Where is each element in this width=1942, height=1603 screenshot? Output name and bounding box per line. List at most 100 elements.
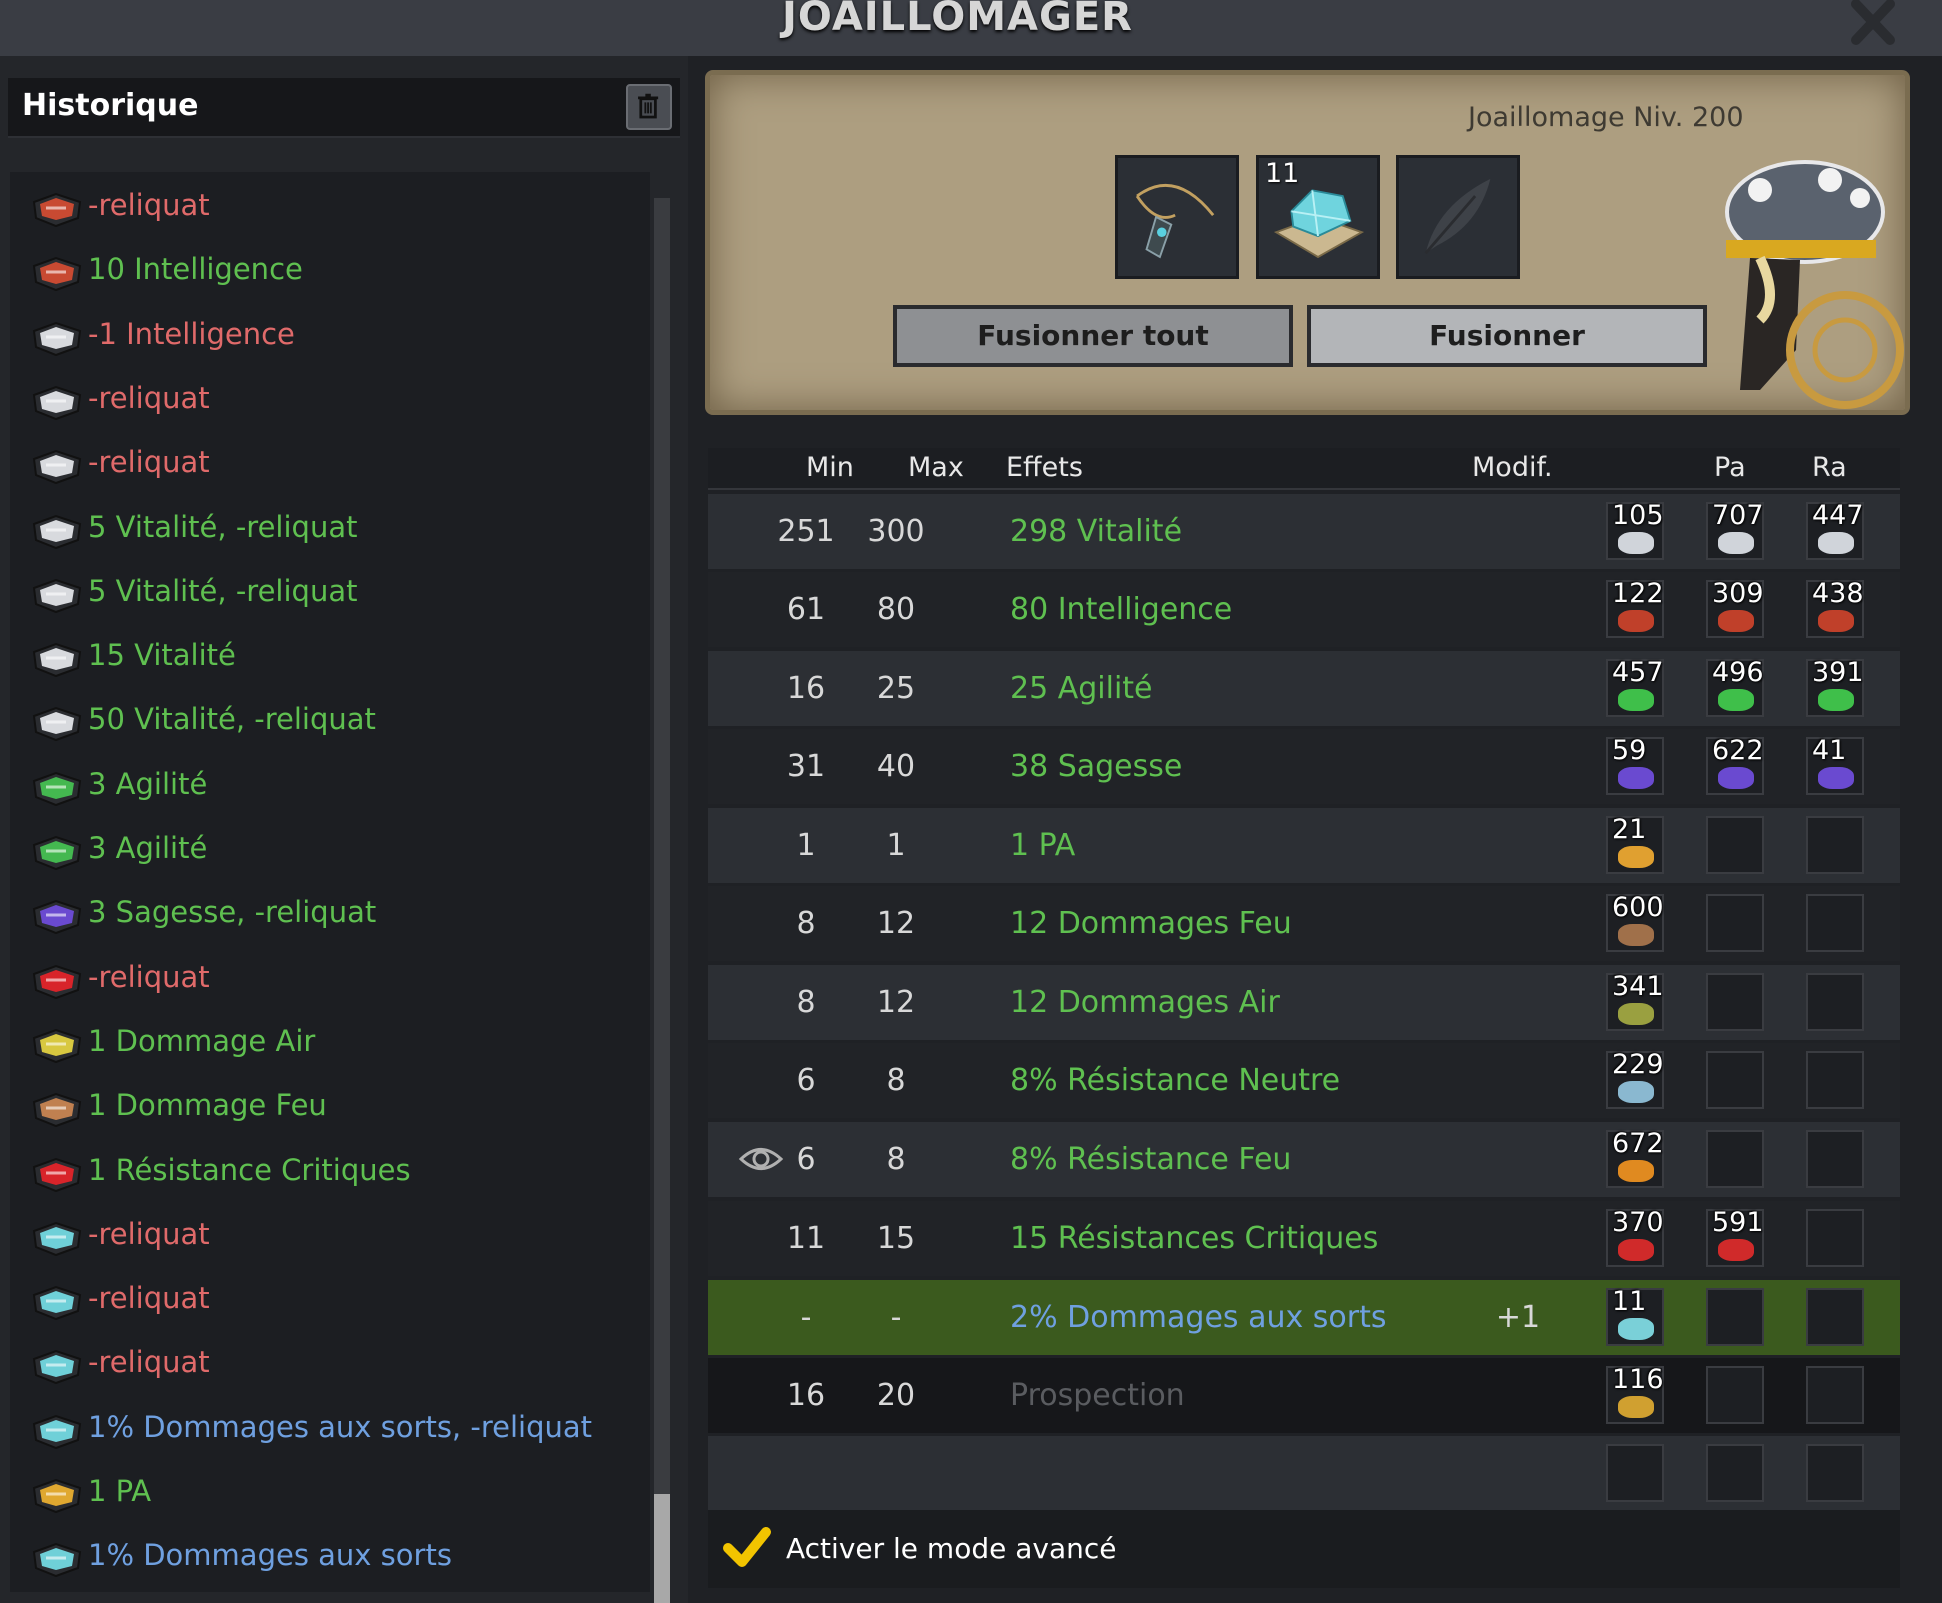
effect-min: 8 xyxy=(796,985,816,1020)
rune-slot-pa[interactable] xyxy=(1706,1444,1764,1502)
signature-slot[interactable] xyxy=(1396,155,1520,279)
title-bar: JOAILLOMAGER xyxy=(0,0,1942,56)
rune-slot-ra[interactable] xyxy=(1806,1366,1864,1424)
rune-slot-pa[interactable]: 309 xyxy=(1706,578,1764,638)
rune-slot-pa[interactable] xyxy=(1706,1366,1764,1424)
green-rune-icon xyxy=(32,835,82,871)
history-item: 1 Résistance Critiques xyxy=(20,1147,640,1199)
rune-slot-ba[interactable]: 229 xyxy=(1606,1049,1664,1109)
effect-row[interactable]: 8 12 12 Dommages Feu 600 xyxy=(708,886,1900,961)
effect-row[interactable]: 251 300 298 Vitalité 105 707 447 xyxy=(708,494,1900,569)
rune-slot-ra[interactable]: 447 xyxy=(1806,500,1864,560)
history-item-label: -reliquat xyxy=(88,445,210,480)
rune-slot-pa[interactable]: 496 xyxy=(1706,657,1764,717)
clear-history-button[interactable] xyxy=(626,84,672,130)
red-crystal-icon xyxy=(32,964,82,999)
history-item: 1% Dommages aux sorts, -reliquat xyxy=(20,1404,640,1456)
gold-rune-icon xyxy=(32,1478,82,1514)
rune-slot-ba[interactable]: 105 xyxy=(1606,500,1664,560)
rune-count: 707 xyxy=(1712,500,1764,531)
rune-gem-icon xyxy=(1618,1239,1654,1261)
rune-count: 59 xyxy=(1612,735,1647,766)
rune-gem-icon xyxy=(1618,1081,1654,1103)
rune-slot-ba[interactable]: 600 xyxy=(1606,892,1664,952)
rune-slot-pa[interactable]: 591 xyxy=(1706,1207,1764,1267)
cyan-crystal-icon xyxy=(32,1350,82,1385)
rune-slot-ba[interactable]: 341 xyxy=(1606,971,1664,1031)
effect-max: 12 xyxy=(876,985,916,1020)
rune-count: 11 xyxy=(1612,1286,1647,1317)
effect-row[interactable]: 8 12 12 Dommages Air 341 xyxy=(708,965,1900,1040)
effect-row[interactable]: 1 1 1 PA 21 xyxy=(708,808,1900,883)
rune-slot-ra[interactable] xyxy=(1806,1288,1864,1346)
history-panel: Historique -reliquat 10 Intelligence -1 In… xyxy=(0,56,688,1603)
history-scrollbar[interactable] xyxy=(654,198,670,1603)
effect-row[interactable]: 11 15 15 Résistances Critiques 370 591 xyxy=(708,1201,1900,1276)
col-modif: Modif. xyxy=(1472,452,1553,483)
rune-slot-ba[interactable]: 21 xyxy=(1606,814,1664,874)
rune-slot-ba[interactable]: 11 xyxy=(1606,1286,1664,1346)
rune-slot-ra[interactable] xyxy=(1806,973,1864,1031)
rune-slot-ra[interactable] xyxy=(1806,816,1864,874)
effect-row[interactable]: 16 20 Prospection 116 xyxy=(708,1358,1900,1433)
rune-count: 116 xyxy=(1612,1364,1664,1395)
rune-slot-pa[interactable]: 622 xyxy=(1706,735,1764,795)
checkbox-checked-icon[interactable] xyxy=(722,1524,772,1570)
rune-slot-ra[interactable]: 391 xyxy=(1806,657,1864,717)
rune-slot-pa[interactable] xyxy=(1706,1130,1764,1188)
history-item: 50 Vitalité, -reliquat xyxy=(20,696,640,748)
history-item-label: 3 Agilité xyxy=(88,766,208,801)
rune-slot-ra[interactable]: 438 xyxy=(1806,578,1864,638)
fuse-button[interactable]: Fusionner xyxy=(1307,305,1707,367)
rune-slot-ba[interactable]: 59 xyxy=(1606,735,1664,795)
history-list[interactable]: -reliquat 10 Intelligence -1 Intelligence -… xyxy=(10,172,650,1592)
close-icon[interactable] xyxy=(1846,0,1900,50)
air-rune-icon xyxy=(32,1028,82,1063)
effect-min: 251 xyxy=(777,514,835,549)
rune-slot-pa[interactable] xyxy=(1706,973,1764,1031)
effect-label: 298 Vitalité xyxy=(1010,514,1183,549)
effect-row[interactable]: 31 40 38 Sagesse 59 622 41 xyxy=(708,729,1900,804)
effect-min: - xyxy=(800,1300,812,1335)
rune-slot-ba[interactable] xyxy=(1606,1444,1664,1502)
rune-gem-icon xyxy=(1818,610,1854,632)
history-item: 1 PA xyxy=(20,1468,640,1520)
rune-slot[interactable]: 11 xyxy=(1256,155,1380,279)
history-item-label: -reliquat xyxy=(88,1345,210,1380)
advanced-mode-row[interactable]: Activer le mode avancé xyxy=(708,1510,1900,1588)
rune-slot-ra[interactable] xyxy=(1806,1051,1864,1109)
effect-row[interactable]: - - 2% Dommages aux sorts +1 11 xyxy=(708,1280,1900,1355)
history-item-label: 50 Vitalité, -reliquat xyxy=(88,702,376,737)
rune-slot-pa[interactable]: 707 xyxy=(1706,500,1764,560)
item-slot[interactable] xyxy=(1115,155,1239,279)
effect-row[interactable]: 61 80 80 Intelligence 122 309 438 xyxy=(708,572,1900,647)
rune-slot-ba[interactable]: 370 xyxy=(1606,1207,1664,1267)
rune-slot-ra[interactable] xyxy=(1806,1209,1864,1267)
history-item-label: 1 PA xyxy=(88,1474,152,1508)
rune-slot-pa[interactable] xyxy=(1706,816,1764,874)
effect-row[interactable]: 6 8 8% Résistance Neutre 229 xyxy=(708,1043,1900,1118)
rune-count: 21 xyxy=(1612,814,1647,845)
effect-row[interactable]: 6 8 8% Résistance Feu 672 xyxy=(708,1122,1900,1197)
rune-slot-ra[interactable] xyxy=(1806,894,1864,952)
effect-max: 300 xyxy=(867,514,925,549)
rune-slot-ra[interactable] xyxy=(1806,1444,1864,1502)
rune-slot-ra[interactable]: 41 xyxy=(1806,735,1864,795)
rune-slot-ba[interactable]: 116 xyxy=(1606,1364,1664,1424)
rune-slot-pa[interactable] xyxy=(1706,894,1764,952)
rune-slot-ba[interactable]: 457 xyxy=(1606,657,1664,717)
effect-row[interactable]: 16 25 25 Agilité 457 496 391 xyxy=(708,651,1900,726)
fuse-all-button[interactable]: Fusionner tout xyxy=(893,305,1293,367)
rune-slot-pa[interactable] xyxy=(1706,1051,1764,1109)
effect-label: 12 Dommages Air xyxy=(1010,985,1280,1020)
rune-count: 457 xyxy=(1612,657,1664,688)
effect-row[interactable] xyxy=(708,1436,1900,1511)
history-scroll-thumb[interactable] xyxy=(654,1494,670,1603)
effect-max: 25 xyxy=(876,671,916,706)
rune-slot-pa[interactable] xyxy=(1706,1288,1764,1346)
eye-icon[interactable] xyxy=(738,1142,784,1176)
rune-slot-ra[interactable] xyxy=(1806,1130,1864,1188)
rune-slot-ba[interactable]: 122 xyxy=(1606,578,1664,638)
white-rune-icon xyxy=(32,643,82,678)
rune-slot-ba[interactable]: 672 xyxy=(1606,1128,1664,1188)
